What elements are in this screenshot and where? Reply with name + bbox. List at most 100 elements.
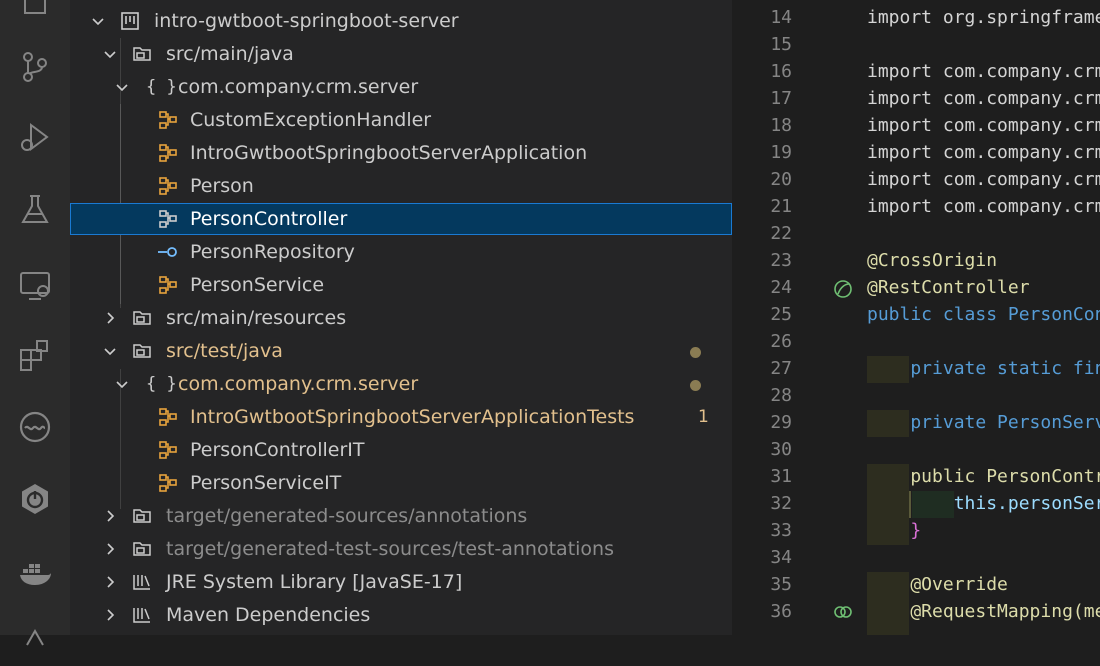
- code-line: }: [867, 520, 922, 541]
- tree-item-class[interactable]: PersonService: [70, 269, 732, 301]
- tree-item-label: src/main/resources: [166, 307, 347, 329]
- library-icon: [130, 603, 154, 627]
- class-icon: [156, 108, 180, 132]
- code-line: public class PersonCon: [867, 304, 1100, 325]
- interface-icon: [156, 240, 180, 264]
- chevron-down-icon[interactable]: [88, 11, 108, 31]
- package-braces-icon: { }: [146, 77, 177, 97]
- code-line: import com.company.crm: [867, 115, 1100, 136]
- tree-item-class[interactable]: IntroGwtbootSpringbootServerApplicationT…: [70, 401, 732, 433]
- line-number: 21: [770, 196, 792, 217]
- tree-item-label: src/main/java: [166, 43, 294, 65]
- tree-item-class-selected[interactable]: PersonController: [70, 203, 732, 235]
- code-line: @RestController: [867, 277, 1030, 298]
- line-number: 25: [770, 304, 792, 325]
- line-number: 34: [770, 547, 792, 568]
- line-number: 22: [770, 223, 792, 244]
- tree-item-source-folder[interactable]: src/main/java: [70, 38, 732, 70]
- tree-item-label: CustomExceptionHandler: [190, 109, 432, 131]
- code-line: private PersonServ: [867, 412, 1100, 433]
- activity-bar: [0, 0, 70, 646]
- tree-item-project[interactable]: intro-gwtboot-springboot-server: [70, 5, 732, 37]
- line-number: 19: [770, 142, 792, 163]
- tree-item-generated-folder[interactable]: target/generated-test-sources/test-annot…: [70, 533, 732, 565]
- remote-explorer-icon[interactable]: [12, 262, 58, 308]
- tree-item-generated-folder[interactable]: target/generated-sources/annotations: [70, 500, 732, 532]
- code-editor[interactable]: 14 15 16 17 18 19 20 21 22 23 24 25 26 2…: [732, 0, 1100, 635]
- chevron-down-icon[interactable]: [100, 44, 120, 64]
- line-number: 31: [770, 466, 792, 487]
- tree-item-label: src/test/java: [166, 340, 283, 362]
- tree-item-class[interactable]: PersonControllerIT: [70, 434, 732, 466]
- tree-item-library[interactable]: Maven Dependencies: [70, 599, 732, 631]
- chevron-right-icon[interactable]: [100, 539, 120, 559]
- tree-item-label: IntroGwtbootSpringbootServerApplicationT…: [190, 406, 635, 428]
- chevron-right-icon[interactable]: [100, 572, 120, 592]
- tree-item-label: PersonService: [190, 274, 325, 296]
- tree-item-label: target/generated-sources/annotations: [166, 505, 528, 527]
- run-debug-icon[interactable]: [12, 114, 58, 160]
- source-control-icon[interactable]: [12, 44, 58, 90]
- class-icon: [156, 207, 180, 231]
- line-number: 15: [770, 34, 792, 55]
- line-number: 18: [770, 115, 792, 136]
- problem-count-badge: 1: [698, 407, 709, 427]
- line-number: 26: [770, 331, 792, 352]
- line-number: 35: [770, 574, 792, 595]
- line-number: 36: [770, 601, 792, 622]
- tree-item-label: com.company.crm.server: [178, 76, 419, 98]
- code-line: import com.company.crm: [867, 169, 1100, 190]
- tree-item-class[interactable]: PersonServiceIT: [70, 467, 732, 499]
- extensions-icon[interactable]: [12, 333, 58, 379]
- tree-item-class[interactable]: CustomExceptionHandler: [70, 104, 732, 136]
- code-line: @RequestMapping(me: [867, 601, 1100, 622]
- spring-bean-icon[interactable]: [832, 278, 854, 300]
- chevron-right-icon[interactable]: [100, 506, 120, 526]
- tree-item-class[interactable]: IntroGwtbootSpringbootServerApplication: [70, 137, 732, 169]
- code-line: import com.company.crm: [867, 61, 1100, 82]
- code-line: this.personSer: [867, 493, 1100, 514]
- tree-item-label: JRE System Library [JavaSE-17]: [166, 571, 463, 593]
- line-number: 24: [770, 277, 792, 298]
- line-number: 20: [770, 169, 792, 190]
- gitlens-icon[interactable]: [12, 404, 58, 450]
- tree-item-class[interactable]: Person: [70, 170, 732, 202]
- code-line: import com.company.crm: [867, 142, 1100, 163]
- tree-item-source-folder[interactable]: src/test/java: [70, 335, 732, 367]
- chevron-down-icon[interactable]: [100, 341, 120, 361]
- tree-item-library[interactable]: JRE System Library [JavaSE-17]: [70, 566, 732, 598]
- tree-item-label: intro-gwtboot-springboot-server: [154, 10, 459, 32]
- tree-item-label: PersonRepository: [190, 241, 355, 263]
- docker-icon[interactable]: [12, 550, 58, 596]
- chevron-down-icon[interactable]: [112, 77, 132, 97]
- line-number: 29: [770, 412, 792, 433]
- more-icon[interactable]: [12, 620, 58, 666]
- class-icon: [156, 174, 180, 198]
- tree-item-package[interactable]: { } com.company.crm.server: [70, 368, 732, 400]
- class-icon: [156, 273, 180, 297]
- spring-boot-icon[interactable]: [12, 476, 58, 522]
- line-number: 23: [770, 250, 792, 271]
- package-folder-icon: [130, 339, 154, 363]
- chevron-down-icon[interactable]: [112, 374, 132, 394]
- line-number: 16: [770, 61, 792, 82]
- modified-dot-icon: [690, 347, 701, 358]
- line-number: 30: [770, 439, 792, 460]
- tree-item-label: Person: [190, 175, 254, 197]
- tree-item-package[interactable]: { } com.company.crm.server: [70, 71, 732, 103]
- testing-icon[interactable]: [12, 187, 58, 233]
- chevron-right-icon[interactable]: [100, 308, 120, 328]
- tree-item-source-folder[interactable]: src/main/resources: [70, 302, 732, 334]
- line-number: 14: [770, 7, 792, 28]
- chevron-right-icon[interactable]: [100, 605, 120, 625]
- request-mapping-link-icon[interactable]: [832, 601, 854, 623]
- code-line: public PersonContr: [867, 466, 1100, 487]
- package-folder-icon: [130, 504, 154, 528]
- tree-item-label: target/generated-test-sources/test-annot…: [166, 538, 614, 560]
- package-folder-icon: [130, 42, 154, 66]
- explorer-icon[interactable]: [12, 0, 58, 24]
- line-number: 17: [770, 88, 792, 109]
- package-folder-icon: [130, 537, 154, 561]
- tree-item-interface[interactable]: PersonRepository: [70, 236, 732, 268]
- line-number: 32: [770, 493, 792, 514]
